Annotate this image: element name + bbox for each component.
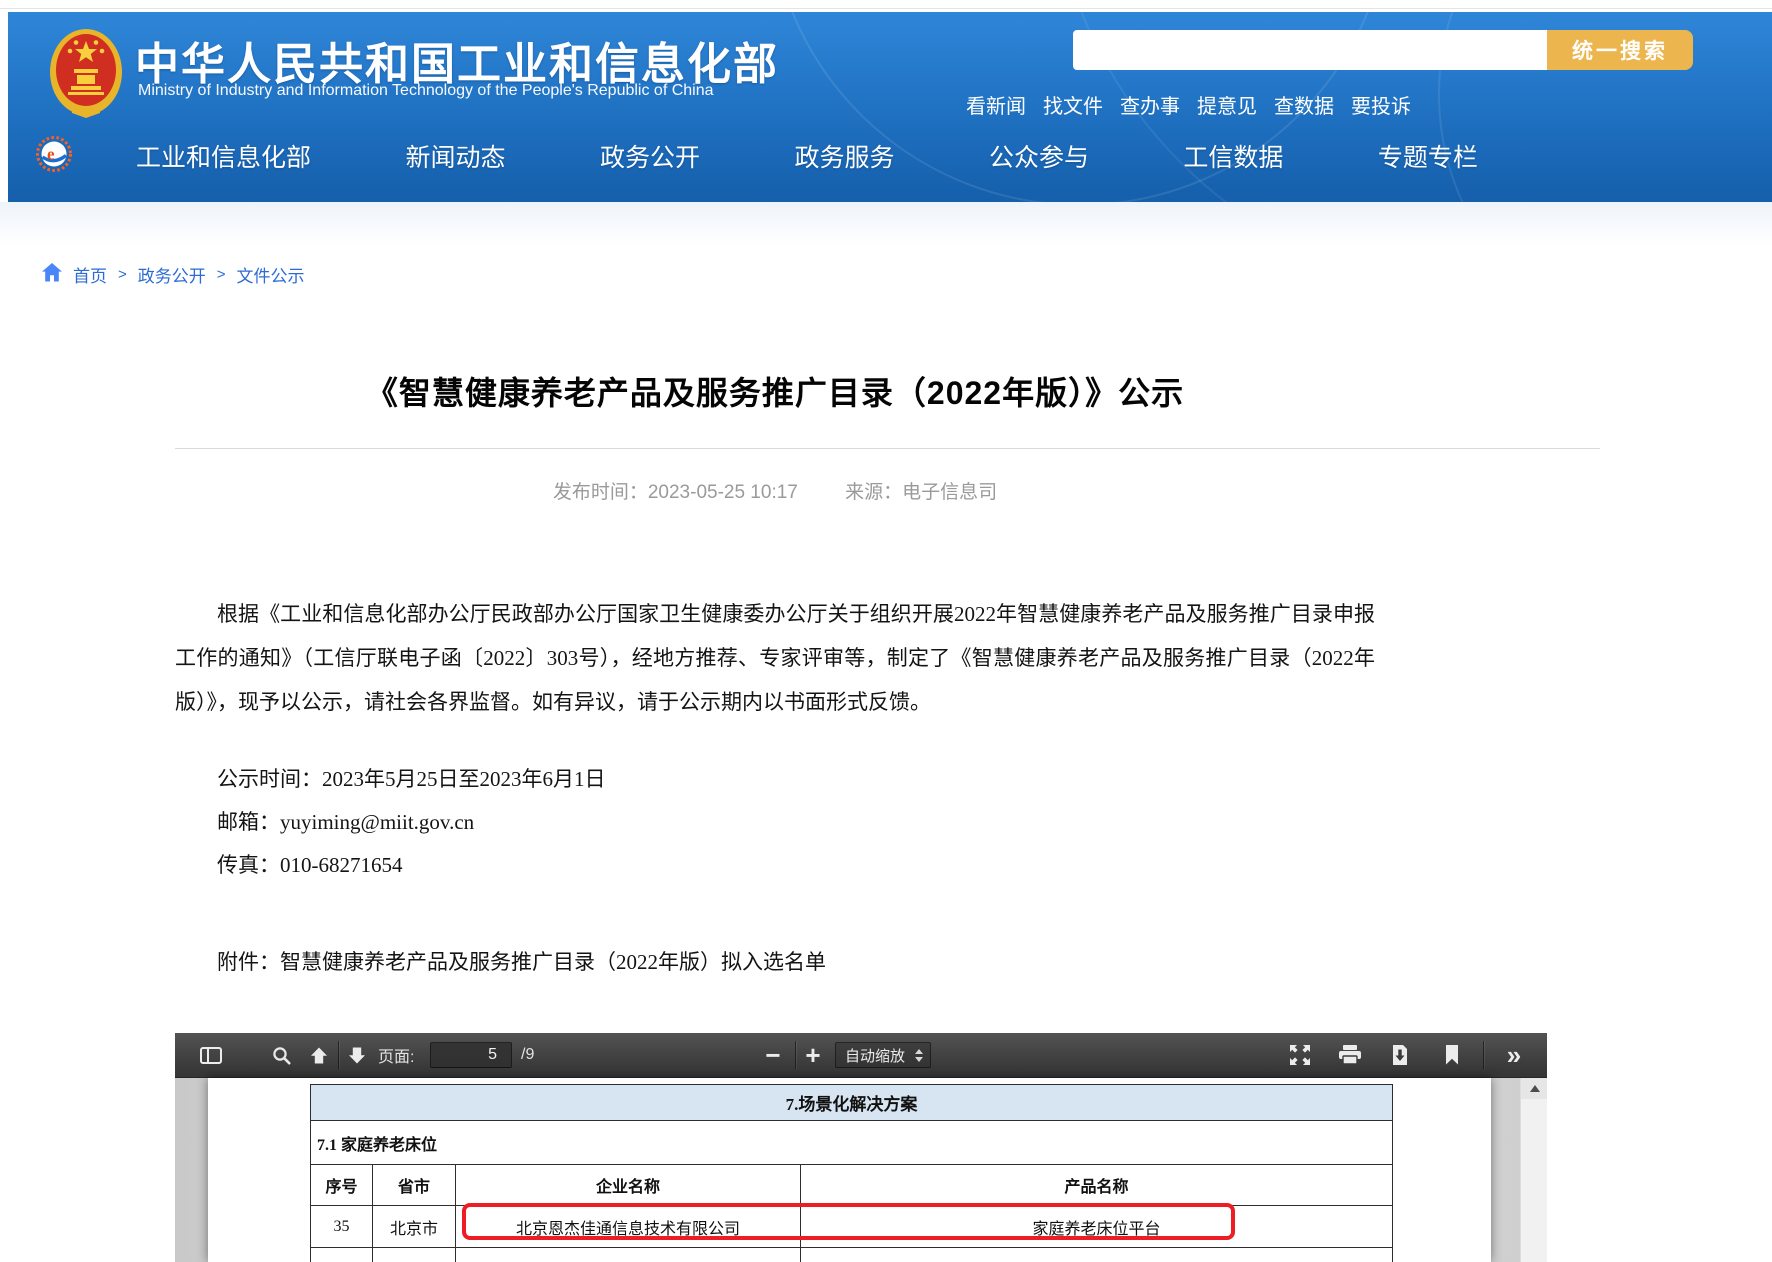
- site-header: 中华人民共和国工业和信息化部 Ministry of Industry and …: [8, 12, 1772, 202]
- quick-link-complaints[interactable]: 要投诉: [1351, 90, 1411, 119]
- title-divider: [175, 448, 1600, 449]
- contact-fax: 传真：010-68271654: [175, 844, 1375, 887]
- bookmark-button[interactable]: [1437, 1033, 1467, 1077]
- article-source: 来源：电子信息司: [845, 482, 997, 503]
- breadcrumb-home[interactable]: 首页: [73, 262, 107, 287]
- breadcrumb-separator: >: [217, 266, 226, 283]
- breadcrumb-gov-affairs[interactable]: 政务公开: [138, 262, 206, 287]
- nav-item-special-topics[interactable]: 专题专栏: [1378, 138, 1478, 174]
- gov-website-e-logo-icon: e: [36, 136, 72, 177]
- contact-email: 邮箱：yuyiming@miit.gov.cn: [175, 801, 1375, 844]
- attachment-link[interactable]: 附件：智慧健康养老产品及服务推广目录（2022年版）拟入选名单: [175, 946, 1475, 976]
- pdf-content-area: 7.场景化解决方案 7.1 家庭养老床位 序号 省市 企业名称 产品名称 35 …: [175, 1078, 1547, 1262]
- more-tools-chevron[interactable]: »: [1497, 1033, 1531, 1077]
- table-subsection-row: 7.1 家庭养老床位: [311, 1121, 1393, 1165]
- quick-link-news[interactable]: 看新闻: [966, 90, 1026, 119]
- toolbar-separator: [1483, 1041, 1484, 1069]
- national-emblem-icon: [48, 28, 124, 123]
- search-button[interactable]: 统一搜索: [1547, 30, 1693, 70]
- pdf-toolbar: 页面: /9 − + 自动缩放: [175, 1033, 1547, 1078]
- page-top-divider: [0, 8, 1772, 9]
- find-in-document-button[interactable]: [265, 1033, 297, 1077]
- zoom-mode-select[interactable]: 自动缩放: [835, 1042, 931, 1068]
- article-paragraph: 根据《工业和信息化部办公厅民政部办公厅国家卫生健康委办公厅关于组织开展2022年…: [175, 592, 1375, 724]
- svg-text:e: e: [47, 145, 55, 164]
- quick-link-services[interactable]: 查办事: [1120, 90, 1180, 119]
- section-title-cell: 7.场景化解决方案: [311, 1085, 1393, 1121]
- pdf-scrollbar[interactable]: [1520, 1078, 1547, 1262]
- table-header-row: 序号 省市 企业名称 产品名称: [311, 1165, 1393, 1206]
- zoom-in-button[interactable]: +: [799, 1033, 827, 1077]
- quick-link-data[interactable]: 查数据: [1274, 90, 1334, 119]
- breadcrumb-separator: >: [118, 266, 127, 283]
- cell-province: 北京市: [373, 1206, 456, 1248]
- col-header-no: 序号: [311, 1165, 373, 1206]
- pdf-viewer: 页面: /9 − + 自动缩放: [175, 1033, 1547, 1262]
- home-icon[interactable]: [42, 263, 62, 287]
- article-info-lines: 公示时间：2023年5月25日至2023年6月1日 邮箱：yuyiming@mi…: [175, 758, 1375, 887]
- page-number-input[interactable]: [430, 1042, 512, 1068]
- cell-no: 35: [311, 1206, 373, 1248]
- article-meta: 发布时间：2023-05-25 10:17 来源：电子信息司: [175, 477, 1375, 504]
- page-label: 页面:: [378, 1033, 414, 1077]
- nav-item-gov-affairs[interactable]: 政务公开: [600, 138, 700, 174]
- download-button[interactable]: [1383, 1033, 1417, 1077]
- breadcrumb-file-publicity[interactable]: 文件公示: [237, 262, 305, 287]
- subsection-title-cell: 7.1 家庭养老床位: [311, 1121, 1393, 1165]
- table-section-row: 7.场景化解决方案: [311, 1085, 1393, 1121]
- toolbar-separator: [795, 1041, 796, 1069]
- print-button[interactable]: [1333, 1033, 1367, 1077]
- zoom-out-button[interactable]: −: [759, 1033, 787, 1077]
- scroll-up-button[interactable]: [1521, 1078, 1547, 1099]
- quick-link-documents[interactable]: 找文件: [1043, 90, 1103, 119]
- nav-item-gov-services[interactable]: 政务服务: [794, 138, 894, 174]
- next-page-button[interactable]: [341, 1033, 373, 1077]
- col-header-company: 企业名称: [456, 1165, 801, 1206]
- select-updown-icon: [915, 1049, 923, 1062]
- site-subtitle: Ministry of Industry and Information Tec…: [138, 82, 714, 100]
- miit-portal-page: { "colors": { "header_blue": "#1f70c1", …: [0, 0, 1772, 1262]
- breadcrumb: 首页 > 政务公开 > 文件公示: [42, 262, 305, 287]
- page-total: /9: [521, 1033, 534, 1077]
- triangle-up-icon: [1530, 1085, 1540, 1092]
- nav-item-miit-data[interactable]: 工信数据: [1183, 138, 1283, 174]
- public-period: 公示时间：2023年5月25日至2023年6月1日: [175, 758, 1375, 801]
- pdf-page: 7.场景化解决方案 7.1 家庭养老床位 序号 省市 企业名称 产品名称 35 …: [208, 1078, 1491, 1262]
- previous-page-button[interactable]: [303, 1033, 335, 1077]
- header-fade-band: [0, 202, 1772, 246]
- article-title: 《智慧健康养老产品及服务推广目录（2022年版）》公示: [175, 368, 1375, 414]
- toolbar-separator: [338, 1041, 339, 1069]
- main-nav: 工业和信息化部 新闻动态 政务公开 政务服务 公众参与 工信数据 专题专栏: [136, 138, 1478, 174]
- article-body: 根据《工业和信息化部办公厅民政部办公厅国家卫生健康委办公厅关于组织开展2022年…: [175, 592, 1375, 724]
- table-row-partial: [311, 1248, 1393, 1262]
- sidebar-toggle-button[interactable]: [193, 1033, 229, 1077]
- nav-item-news[interactable]: 新闻动态: [405, 138, 505, 174]
- col-header-province: 省市: [373, 1165, 456, 1206]
- red-highlight-box: [462, 1203, 1235, 1240]
- publish-time: 发布时间：2023-05-25 10:17: [553, 482, 798, 503]
- zoom-mode-value: 自动缩放: [836, 1045, 915, 1066]
- quick-link-suggestions[interactable]: 提意见: [1197, 90, 1257, 119]
- nav-item-public-participation[interactable]: 公众参与: [989, 138, 1089, 174]
- quick-links: 看新闻 找文件 查办事 提意见 查数据 要投诉: [966, 90, 1411, 119]
- unified-search: 统一搜索: [1073, 30, 1693, 70]
- col-header-product: 产品名称: [801, 1165, 1393, 1206]
- presentation-mode-button[interactable]: [1283, 1033, 1317, 1077]
- nav-item-home[interactable]: 工业和信息化部: [136, 138, 311, 174]
- search-input[interactable]: [1073, 30, 1547, 70]
